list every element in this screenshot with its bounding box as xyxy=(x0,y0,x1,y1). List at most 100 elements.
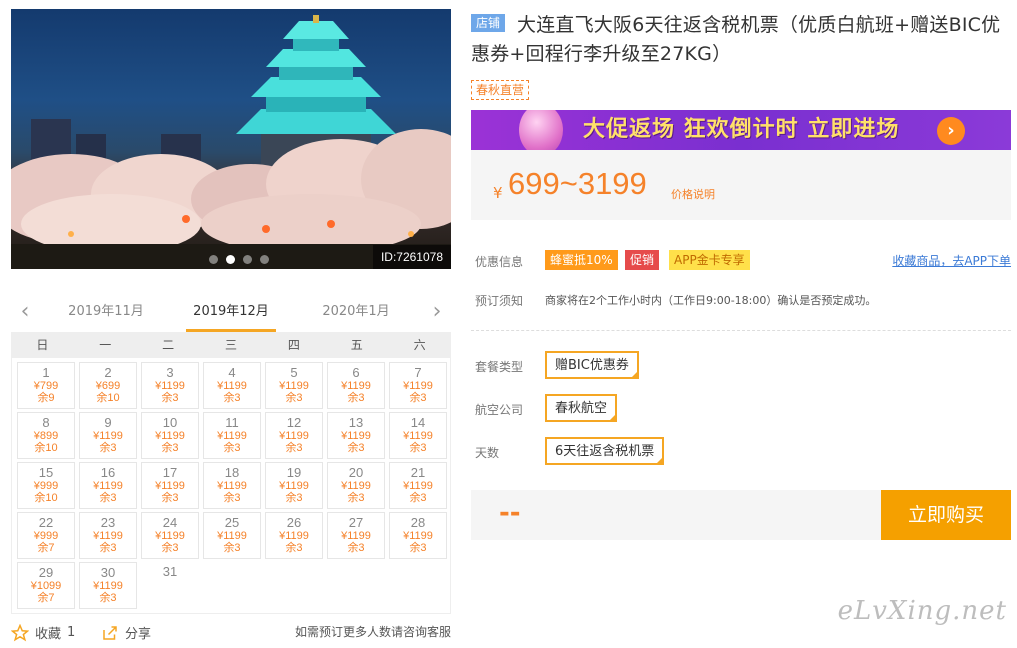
calendar-day[interactable]: 27 ¥1199 余3 xyxy=(327,512,385,559)
star-icon xyxy=(11,623,29,641)
calendar-day[interactable]: 11 ¥1199 余3 xyxy=(203,412,261,459)
day-grid: 1 ¥799 余9 2 ¥699 余10 3 ¥1199 余3 4 ¥1199 余3 5 ¥1199 余3 6… xyxy=(11,358,451,614)
carousel-dot[interactable] xyxy=(209,255,218,264)
calendar-day[interactable]: 21 ¥1199 余3 xyxy=(389,462,447,509)
day-stock: 余3 xyxy=(285,392,303,404)
promo-badge-app-gold: APP金卡专享 xyxy=(669,250,750,270)
day-stock: 余3 xyxy=(223,492,241,504)
day-number: 3 xyxy=(166,365,174,380)
weekday-label: 日 xyxy=(36,338,49,352)
day-number: 2 xyxy=(104,365,112,380)
option-airline-selected[interactable]: 春秋航空 xyxy=(545,394,618,422)
weekday-label: 三 xyxy=(224,338,237,352)
banner-text: 大促返场 狂欢倒计时 立即进场 xyxy=(583,117,900,142)
calendar-day[interactable]: 8 ¥899 余10 xyxy=(17,412,75,459)
prev-month-icon[interactable]: ‹ xyxy=(15,301,35,323)
day-price: ¥1199 xyxy=(155,380,185,392)
day-stock: 余3 xyxy=(161,392,179,404)
day-number: 19 xyxy=(286,465,302,480)
calendar-day[interactable]: 14 ¥1199 余3 xyxy=(389,412,447,459)
calendar-day[interactable]: 19 ¥1199 余3 xyxy=(265,462,323,509)
calendar-day[interactable]: 13 ¥1199 余3 xyxy=(327,412,385,459)
carousel-dot[interactable] xyxy=(260,255,269,264)
carousel-dot-active[interactable] xyxy=(226,255,235,264)
product-photo[interactable]: ID:7261078 xyxy=(11,9,451,269)
share-icon xyxy=(103,625,117,640)
next-month-icon[interactable]: › xyxy=(427,301,447,323)
calendar-day[interactable]: 12 ¥1199 余3 xyxy=(265,412,323,459)
day-number: 31 xyxy=(162,564,178,579)
month-tab-next[interactable]: 2020年1月 xyxy=(311,296,401,332)
calendar-day[interactable]: 16 ¥1199 余3 xyxy=(79,462,137,509)
calendar-day[interactable]: 29 ¥1099 余7 xyxy=(17,562,75,609)
day-number: 26 xyxy=(286,515,302,530)
favorite-app-link[interactable]: 收藏商品，去APP下单 xyxy=(892,252,1011,269)
day-price: ¥699 xyxy=(95,380,121,392)
favorite-button[interactable]: 收藏 1 xyxy=(11,623,75,642)
day-price: ¥1199 xyxy=(217,380,247,392)
day-stock: 余3 xyxy=(285,492,303,504)
option-days-selected[interactable]: 6天往返含税机票 xyxy=(545,437,665,465)
option-row-package: 套餐类型 赠BIC优惠券 xyxy=(471,351,1011,381)
day-price: ¥1199 xyxy=(155,530,185,542)
day-stock: 余7 xyxy=(37,542,55,554)
calendar-day[interactable]: 18 ¥1199 余3 xyxy=(203,462,261,509)
carousel-dot[interactable] xyxy=(243,255,252,264)
calendar-day[interactable]: 3 ¥1199 余3 xyxy=(141,362,199,409)
day-stock: 余3 xyxy=(99,542,117,554)
calendar-day[interactable]: 26 ¥1199 余3 xyxy=(265,512,323,559)
day-stock: 余3 xyxy=(223,542,241,554)
site-watermark: eLvXing.net xyxy=(837,596,1007,626)
favorite-label: 收藏 xyxy=(35,627,62,642)
calendar-day[interactable]: 20 ¥1199 余3 xyxy=(327,462,385,509)
calendar-day[interactable]: 6 ¥1199 余3 xyxy=(327,362,385,409)
calendar-day[interactable]: 7 ¥1199 余3 xyxy=(389,362,447,409)
divider xyxy=(471,330,1011,331)
calendar-day[interactable]: 23 ¥1199 余3 xyxy=(79,512,137,559)
day-stock: 余3 xyxy=(161,492,179,504)
buy-now-button[interactable]: 立即购买 xyxy=(881,490,1011,540)
calendar-day[interactable]: 30 ¥1199 余3 xyxy=(79,562,137,609)
month-tab-selected[interactable]: 2019年12月 xyxy=(186,296,276,332)
bottom-actions: 收藏 1 分享 如需预订更多人数请咨询客服 xyxy=(11,623,451,643)
calendar-day[interactable]: 5 ¥1199 余3 xyxy=(265,362,323,409)
day-number: 7 xyxy=(414,365,422,380)
day-stock: 余3 xyxy=(285,442,303,454)
promo-row: 优惠信息 蜂蜜抵10% 促销 APP金卡专享 收藏商品，去APP下单 xyxy=(471,250,1011,272)
day-price: ¥1199 xyxy=(279,530,309,542)
calendar-day[interactable]: 9 ¥1199 余3 xyxy=(79,412,137,459)
carousel-dots xyxy=(209,255,269,264)
day-price: ¥1199 xyxy=(155,480,185,492)
balloon-icon xyxy=(519,110,563,150)
calendar-day[interactable]: 15 ¥999 余10 xyxy=(17,462,75,509)
month-tab-prev[interactable]: 2019年11月 xyxy=(61,296,151,332)
calendar-day[interactable]: 1 ¥799 余9 xyxy=(17,362,75,409)
calendar-day[interactable]: 22 ¥999 余7 xyxy=(17,512,75,559)
promo-banner[interactable]: 大促返场 狂欢倒计时 立即进场 › xyxy=(471,110,1011,150)
day-number: 14 xyxy=(410,415,426,430)
calendar-day[interactable]: 2 ¥699 余10 xyxy=(79,362,137,409)
share-button[interactable]: 分享 xyxy=(101,623,151,642)
shop-tag[interactable]: 店铺 xyxy=(471,14,506,32)
day-price: ¥1199 xyxy=(279,480,309,492)
month-bar: ‹ 2019年11月 2019年12月 2020年1月 › xyxy=(11,296,451,332)
calendar-day[interactable]: 10 ¥1199 余3 xyxy=(141,412,199,459)
day-stock: 余3 xyxy=(161,442,179,454)
day-stock: 余10 xyxy=(96,392,120,404)
option-label: 天数 xyxy=(475,446,500,460)
option-package-selected[interactable]: 赠BIC优惠券 xyxy=(545,351,639,379)
calendar-day[interactable]: 25 ¥1199 余3 xyxy=(203,512,261,559)
calendar-day[interactable]: 24 ¥1199 余3 xyxy=(141,512,199,559)
day-stock: 余3 xyxy=(409,542,427,554)
price-note-link[interactable]: 价格说明 xyxy=(671,186,715,202)
calendar-day[interactable]: 28 ¥1199 余3 xyxy=(389,512,447,559)
day-number: 27 xyxy=(348,515,364,530)
day-number: 8 xyxy=(42,415,50,430)
share-label: 分享 xyxy=(125,627,152,642)
calendar-day[interactable]: 17 ¥1199 余3 xyxy=(141,462,199,509)
day-number: 24 xyxy=(162,515,178,530)
day-stock: 余3 xyxy=(347,442,365,454)
total-price: -- xyxy=(499,498,521,528)
calendar-day[interactable]: 4 ¥1199 余3 xyxy=(203,362,261,409)
day-price: ¥799 xyxy=(33,380,59,392)
